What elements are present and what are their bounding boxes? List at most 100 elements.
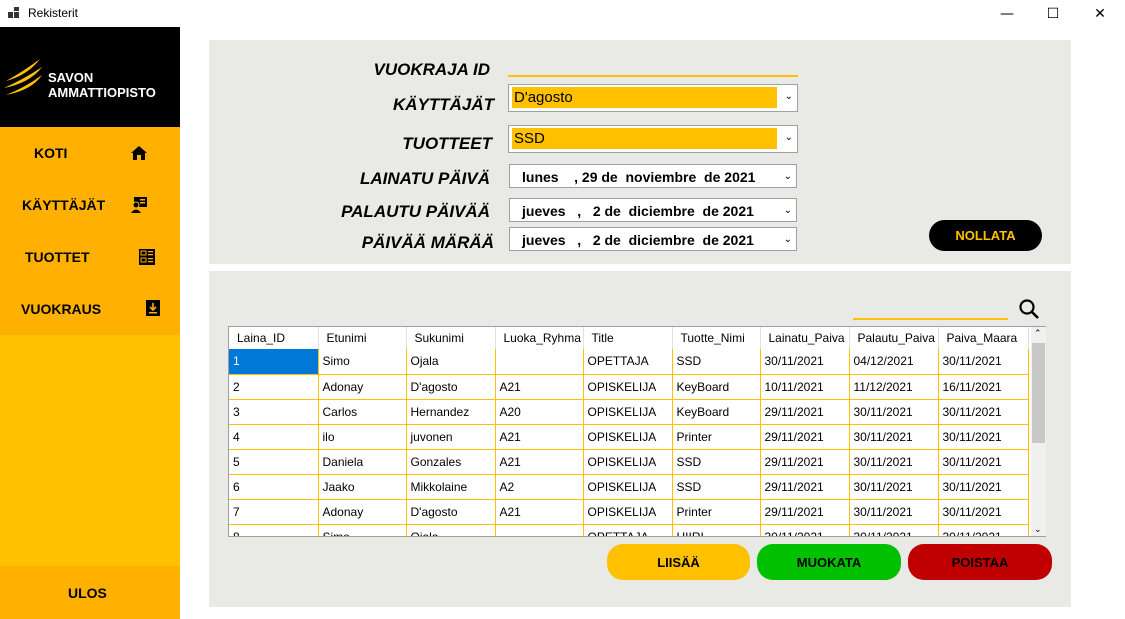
table-cell[interactable]: 2 <box>229 374 319 400</box>
tuotteet-select[interactable]: SSD ⌄ <box>508 125 798 153</box>
table-cell[interactable]: 30/11/2021 <box>849 424 939 450</box>
lainatu-paiva-datepicker[interactable]: lunes , 29 de noviembre de 2021 ⌄ <box>509 164 797 188</box>
table-cell[interactable]: Carlos <box>318 399 407 425</box>
table-cell[interactable]: 6 <box>229 474 319 500</box>
table-cell[interactable]: A21 <box>495 499 584 525</box>
table-cell[interactable]: 29/11/2021 <box>760 449 850 475</box>
table-cell[interactable]: Adonay <box>318 499 407 525</box>
table-cell[interactable]: 30/11/2021 <box>938 399 1029 425</box>
column-header[interactable]: Title <box>583 327 673 349</box>
table-cell[interactable]: A21 <box>495 449 584 475</box>
rentals-table[interactable]: Laina_ID Etunimi Sukunimi Luoka_Ryhma Ti… <box>228 326 1046 537</box>
nav-item-vuokraus[interactable]: VUOKRAUS <box>0 283 180 335</box>
table-cell[interactable]: 5 <box>229 449 319 475</box>
chevron-down-icon[interactable]: ⌄ <box>1034 524 1042 535</box>
table-cell[interactable]: OPETTAJA <box>583 524 673 536</box>
table-cell[interactable]: Mikkolaine <box>406 474 496 500</box>
column-header[interactable]: Sukunimi <box>406 327 496 349</box>
table-cell[interactable]: A21 <box>495 374 584 400</box>
table-cell[interactable]: OPISKELIJA <box>583 474 673 500</box>
table-cell[interactable]: 29/11/2021 <box>760 424 850 450</box>
table-cell[interactable]: Printer <box>672 499 761 525</box>
maximize-button[interactable]: ☐ <box>1030 0 1076 27</box>
close-button[interactable]: ✕ <box>1077 0 1123 27</box>
table-cell[interactable]: 04/12/2021 <box>849 349 939 375</box>
table-cell[interactable]: OPISKELIJA <box>583 399 673 425</box>
table-scrollbar[interactable]: ⌃ ⌄ <box>1031 327 1046 536</box>
column-header[interactable]: Luoka_Ryhma <box>495 327 584 349</box>
table-cell[interactable] <box>495 349 584 375</box>
scrollbar-thumb[interactable] <box>1032 343 1045 443</box>
reset-button[interactable]: NOLLATA <box>929 220 1042 251</box>
table-row[interactable]: 5 Daniela Gonzales A21 OPISKELIJA SSD 29/11/20… <box>229 449 1029 475</box>
search-icon[interactable] <box>1018 298 1040 320</box>
table-row[interactable]: 2 Adonay D'agosto A21 OPISKELIJA KeyBoard 10/1… <box>229 374 1029 400</box>
add-button[interactable]: LIISÄÄ <box>607 544 750 580</box>
table-cell[interactable]: SSD <box>672 449 761 475</box>
table-cell[interactable]: 4 <box>229 424 319 450</box>
column-header[interactable]: Palautu_Paiva <box>849 327 939 349</box>
table-cell[interactable]: HIIRI <box>672 524 761 536</box>
table-cell[interactable]: 11/12/2021 <box>849 374 939 400</box>
table-cell[interactable]: 30/11/2021 <box>849 399 939 425</box>
table-cell[interactable]: 30/11/2021 <box>849 449 939 475</box>
palautu-paiva-datepicker[interactable]: jueves , 2 de diciembre de 2021 ⌄ <box>509 198 797 222</box>
table-row[interactable]: 4 ilo juvonen A21 OPISKELIJA Printer 29/11/202… <box>229 424 1029 450</box>
table-cell[interactable]: Gonzales <box>406 449 496 475</box>
kayttajat-select[interactable]: D'agosto ⌄ <box>508 84 798 112</box>
table-row[interactable]: 8 Simo Ojala OPETTAJA HIIRI 30/11/2021 30/11/2… <box>229 524 1029 536</box>
table-cell[interactable]: KeyBoard <box>672 399 761 425</box>
table-cell[interactable]: A21 <box>495 424 584 450</box>
table-row[interactable]: 3 Carlos Hernandez A20 OPISKELIJA KeyBoard 29/… <box>229 399 1029 425</box>
table-cell[interactable]: SSD <box>672 474 761 500</box>
column-header[interactable]: Lainatu_Paiva <box>760 327 850 349</box>
table-cell[interactable]: Simo <box>318 349 407 375</box>
table-cell[interactable]: 29/11/2021 <box>760 499 850 525</box>
table-cell[interactable]: 10/11/2021 <box>760 374 850 400</box>
edit-button[interactable]: MUOKATA <box>757 544 901 580</box>
table-cell[interactable]: KeyBoard <box>672 374 761 400</box>
nav-item-kayttajat[interactable]: KÄYTTÄJÄT <box>0 179 180 231</box>
table-cell[interactable]: 30/11/2021 <box>938 424 1029 450</box>
table-cell[interactable]: ilo <box>318 424 407 450</box>
table-cell[interactable]: 16/11/2021 <box>938 374 1029 400</box>
table-cell[interactable]: SSD <box>672 349 761 375</box>
table-cell[interactable]: 30/11/2021 <box>938 349 1029 375</box>
table-cell[interactable]: 29/11/2021 <box>760 399 850 425</box>
column-header[interactable]: Paiva_Maara <box>938 327 1029 349</box>
table-cell[interactable]: 30/11/2021 <box>938 474 1029 500</box>
table-cell[interactable]: D'agosto <box>406 374 496 400</box>
table-cell[interactable]: 30/11/2021 <box>938 449 1029 475</box>
column-header[interactable]: Etunimi <box>318 327 407 349</box>
table-cell[interactable]: 1 <box>229 349 319 375</box>
table-cell[interactable]: OPISKELIJA <box>583 424 673 450</box>
table-cell[interactable]: 30/11/2021 <box>938 524 1029 536</box>
table-cell[interactable]: OPISKELIJA <box>583 499 673 525</box>
column-header[interactable]: Tuotte_Nimi <box>672 327 761 349</box>
column-header[interactable]: Laina_ID <box>229 327 319 349</box>
table-cell[interactable]: 30/11/2021 <box>849 499 939 525</box>
table-cell[interactable]: Ojala <box>406 349 496 375</box>
table-cell[interactable]: 30/11/2021 <box>849 524 939 536</box>
table-cell[interactable]: 7 <box>229 499 319 525</box>
table-cell[interactable]: Printer <box>672 424 761 450</box>
chevron-up-icon[interactable]: ⌃ <box>1034 328 1042 339</box>
table-cell[interactable]: Jaako <box>318 474 407 500</box>
paivaa-maaraa-datepicker[interactable]: jueves , 2 de diciembre de 2021 ⌄ <box>509 227 797 251</box>
table-row[interactable]: 1 Simo Ojala OPETTAJA SSD 30/11/2021 04/12/202… <box>229 349 1029 375</box>
table-cell[interactable]: 30/11/2021 <box>849 474 939 500</box>
table-cell[interactable]: 29/11/2021 <box>760 474 850 500</box>
logout-button[interactable]: ULOS <box>0 566 180 619</box>
vuokraja-id-input[interactable] <box>508 55 798 77</box>
table-cell[interactable]: Daniela <box>318 449 407 475</box>
nav-item-tuottet[interactable]: TUOTTET <box>0 231 180 283</box>
nav-item-koti[interactable]: KOTI <box>0 127 180 179</box>
table-cell[interactable]: 30/11/2021 <box>760 349 850 375</box>
table-cell[interactable]: 30/11/2021 <box>938 499 1029 525</box>
table-cell[interactable]: 8 <box>229 524 319 536</box>
table-cell[interactable]: Hernandez <box>406 399 496 425</box>
table-cell[interactable]: OPISKELIJA <box>583 449 673 475</box>
table-cell[interactable]: OPISKELIJA <box>583 374 673 400</box>
table-cell[interactable] <box>495 524 584 536</box>
table-cell[interactable]: Ojala <box>406 524 496 536</box>
